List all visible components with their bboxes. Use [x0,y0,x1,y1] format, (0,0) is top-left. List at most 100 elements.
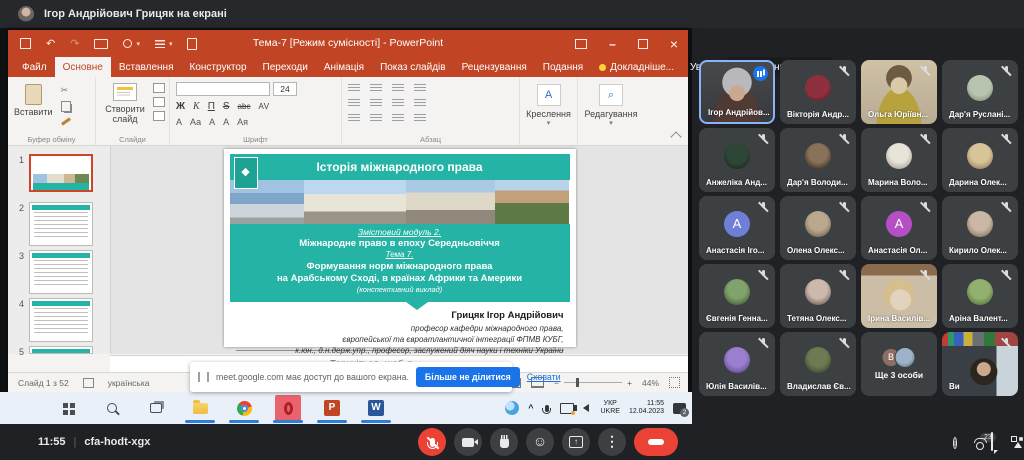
present-button[interactable]: ↑ [562,428,590,456]
zoom-track[interactable] [564,382,622,383]
grow-font-button[interactable]: А [209,117,215,127]
end-call-button[interactable] [634,428,678,456]
powerpoint-button[interactable]: P [319,395,345,421]
paste-button[interactable]: Вставити [14,82,53,123]
raise-hand-button[interactable] [490,428,518,456]
underline-button[interactable]: П [208,101,215,112]
tab-home[interactable]: Основне [55,57,111,77]
mic-toggle-button[interactable] [418,428,446,456]
camera-toggle-button[interactable] [454,428,482,456]
new-slide-button[interactable]: Створити слайд [102,83,148,124]
notes-icon[interactable] [83,378,94,388]
reset-icon[interactable] [153,97,165,107]
cut-icon[interactable]: ✂ [61,85,71,96]
bold-button[interactable]: Ж [176,101,185,112]
zoom-level[interactable]: 44% [642,378,659,388]
thumbnail-row[interactable]: 1 [14,154,93,192]
shrink-font-button[interactable]: А [223,117,229,127]
text-direction-icon[interactable] [414,84,426,92]
copy-icon[interactable] [61,101,71,112]
tab-review[interactable]: Рецензування [454,57,535,77]
minimize-button[interactable] [609,37,616,51]
weather-icon[interactable] [505,401,519,415]
word-button[interactable]: W [363,395,389,421]
tab-insert[interactable]: Вставлення [111,57,182,77]
participant-tile[interactable]: Дарина Олек... [942,128,1018,192]
numbering-icon[interactable] [370,84,382,92]
tray-chevron-icon[interactable]: ^ [528,403,533,413]
participant-tile[interactable]: А Анастасія Іго... [699,196,775,260]
close-button[interactable] [670,36,678,52]
start-button[interactable] [55,395,81,421]
slide-thumbnail[interactable] [29,346,93,354]
slide-thumbnail-panel[interactable]: 1 2 3 4 [8,146,111,354]
font-color-button[interactable]: А [176,117,182,127]
justify-icon[interactable] [414,114,426,122]
strikethrough-button[interactable]: abc [238,102,251,111]
more-people-tile[interactable]: В Ще 3 особи [861,332,937,396]
self-view-tile[interactable]: Ви [942,332,1018,396]
participant-tile[interactable]: А Анастасія Ол... [861,196,937,260]
tray-mic-icon[interactable] [545,405,549,412]
participant-tile[interactable]: Вікторія Андр... [780,60,856,124]
chat-button[interactable] [991,433,993,451]
zoom-slider[interactable]: − + [554,378,632,388]
zoom-handle[interactable] [576,378,579,387]
slide-thumbnail[interactable] [29,250,93,294]
slide-thumbnail[interactable] [29,202,93,246]
reactions-button[interactable] [526,428,554,456]
participant-tile[interactable]: Аріна Валент... [942,264,1018,328]
participant-tile[interactable]: Ігор Андрійов... [699,60,775,124]
clock[interactable]: 11:5512.04.2023 [629,400,664,416]
participant-tile[interactable]: Дар'я Володи... [780,128,856,192]
hide-link[interactable]: Сховати [527,372,561,382]
participant-tile[interactable]: Євгенія Генна... [699,264,775,328]
more-options-button[interactable] [598,428,626,456]
participant-tile[interactable]: Марина Воло... [861,128,937,192]
stop-sharing-button[interactable]: Більше не ділитися [416,367,520,387]
thumbnail-row[interactable]: 3 [14,250,93,294]
editing-button[interactable]: ⌕ Редагування ▾ [584,82,638,127]
clear-formatting-button[interactable]: Ая [237,117,248,127]
font-name-input[interactable] [176,82,270,96]
opera-button[interactable] [275,395,301,421]
participant-tile[interactable]: Ірина Василів... [861,264,937,328]
participant-tile[interactable]: Кирило Олек... [942,196,1018,260]
ribbon-options-icon[interactable] [575,39,587,49]
increase-indent-icon[interactable] [370,99,382,107]
participant-tile[interactable]: Юлія Василів... [699,332,775,396]
shadow-button[interactable]: S [223,101,230,112]
slide-thumbnail[interactable] [29,298,93,342]
columns-icon[interactable] [392,99,404,107]
fit-to-window-icon[interactable] [669,377,680,388]
zoom-in-button[interactable]: + [627,378,632,388]
slide-canvas[interactable]: ◆ Історія міжнародного права Змістовий м… [111,146,688,354]
current-slide[interactable]: ◆ Історія міжнародного права Змістовий м… [224,149,576,347]
tab-transitions[interactable]: Переходи [255,57,316,77]
tab-animations[interactable]: Анімація [316,57,372,77]
line-spacing-icon[interactable] [392,84,404,92]
thumbnail-row[interactable]: 5 [14,346,93,357]
align-text-icon[interactable] [414,99,426,107]
language-switcher[interactable]: УКРUKRE [601,400,620,416]
participant-tile[interactable]: Анжеліка Анд... [699,128,775,192]
taskbar-search-button[interactable] [99,395,125,421]
tablet-icon[interactable] [560,403,574,414]
slide-thumbnail-selected[interactable] [29,154,93,192]
participant-tile[interactable]: Олена Олекс... [780,196,856,260]
align-right-icon[interactable] [392,114,404,122]
notification-center-icon[interactable]: 2 [673,403,686,414]
font-size-input[interactable]: 24 [273,82,297,96]
meeting-details-button[interactable]: i [953,433,957,451]
align-left-icon[interactable] [348,114,360,122]
tab-slideshow[interactable]: Показ слайдів [372,57,454,77]
format-painter-icon[interactable] [61,117,71,125]
italic-button[interactable]: К [193,101,200,112]
speaker-icon[interactable] [583,404,589,412]
participant-tile[interactable]: Владислав Єв... [780,332,856,396]
tab-file[interactable]: Файл [14,57,55,77]
layout-icon[interactable] [153,83,165,93]
collapse-ribbon-icon[interactable] [670,131,681,142]
chrome-button[interactable] [231,395,257,421]
character-spacing-button[interactable]: АV [258,102,269,111]
